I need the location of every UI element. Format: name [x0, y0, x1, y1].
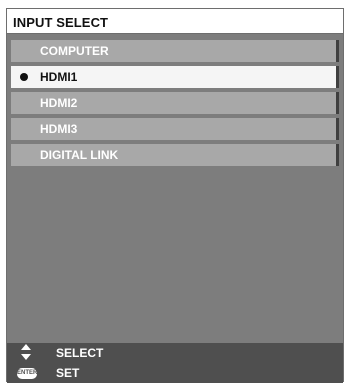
dialog-title-bar: INPUT SELECT [7, 9, 343, 34]
input-item-digital-link[interactable]: DIGITAL LINK [11, 144, 339, 166]
input-item-hdmi3[interactable]: HDMI3 [11, 118, 339, 140]
key-guide-footer: SELECT ENTER SET [7, 343, 343, 383]
input-item-computer[interactable]: COMPUTER [11, 40, 339, 62]
set-hint: ENTER SET [7, 363, 343, 383]
input-item-label: HDMI3 [40, 122, 78, 136]
up-down-arrows-icon [21, 344, 31, 360]
dialog-title: INPUT SELECT [13, 15, 109, 30]
input-list-area: COMPUTER HDMI1 HDMI2 HDMI3 DIGITAL LINK [7, 34, 343, 343]
selected-indicator-icon [20, 73, 28, 81]
input-item-label: HDMI2 [40, 96, 78, 110]
enter-key-icon: ENTER [17, 368, 37, 379]
input-item-label: HDMI1 [40, 70, 78, 84]
input-item-label: COMPUTER [40, 44, 109, 58]
input-item-label: DIGITAL LINK [40, 148, 119, 162]
input-select-dialog: INPUT SELECT COMPUTER HDMI1 HDMI2 HDMI3 … [6, 8, 344, 383]
input-list: COMPUTER HDMI1 HDMI2 HDMI3 DIGITAL LINK [11, 40, 339, 170]
set-hint-label: SET [56, 366, 80, 380]
input-item-hdmi2[interactable]: HDMI2 [11, 92, 339, 114]
select-hint: SELECT [7, 343, 343, 363]
input-item-hdmi1[interactable]: HDMI1 [11, 66, 339, 88]
select-hint-label: SELECT [56, 346, 104, 360]
